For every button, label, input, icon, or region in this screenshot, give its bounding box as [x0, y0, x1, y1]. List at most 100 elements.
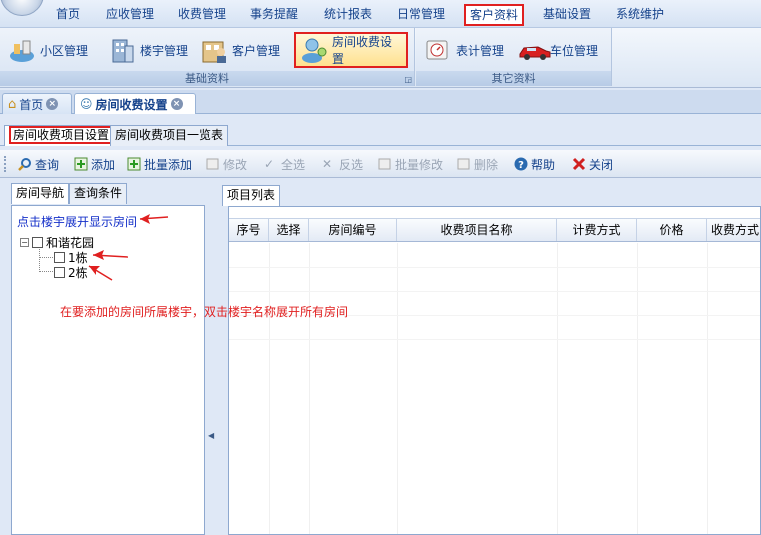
meter-management-button[interactable]: 表计管理 [420, 32, 508, 68]
tab-room-fee-item-list[interactable]: 房间收费项目一览表 [110, 125, 229, 146]
invert-icon: ✕ [322, 157, 333, 171]
instruction-annotation: 在要添加的房间所属楼宇，双击楼宇名称展开所有房间 [60, 305, 349, 319]
add-icon [74, 157, 88, 171]
app-orb-button[interactable] [0, 0, 44, 16]
menu-bar: 首页 应收管理 收费管理 事务提醒 统计报表 日常管理 客户资料 基础设置 系统… [0, 0, 761, 28]
parking-management-button[interactable]: 车位管理 [514, 32, 602, 68]
check-icon: ✓ [264, 157, 275, 171]
menu-item-reports[interactable]: 统计报表 [320, 6, 376, 24]
column-header-billing-method[interactable]: 计费方式 [557, 219, 637, 241]
tree-node-building-2[interactable]: 2栋 [54, 264, 88, 281]
grid-line [229, 267, 760, 268]
grid-line [309, 243, 310, 534]
inner-tab-strip: 房间收费项目设置 房间收费项目一览表 [0, 122, 761, 146]
close-icon [572, 157, 586, 171]
column-header-fee-item-name[interactable]: 收费项目名称 [397, 219, 557, 241]
column-header-price[interactable]: 价格 [637, 219, 707, 241]
batch-edit-icon [378, 157, 392, 171]
doc-tab-home-label: 首页 [19, 97, 44, 112]
column-header-room-number[interactable]: 房间编号 [309, 219, 397, 241]
edit-icon [206, 157, 220, 171]
tree-node-checkbox[interactable] [32, 237, 43, 248]
doc-tab-room-fee-label: 房间收费设置 [95, 97, 168, 112]
tree-node-checkbox[interactable] [54, 267, 65, 278]
grid-line [557, 243, 558, 534]
batch-add-icon [127, 157, 141, 171]
batch-add-button[interactable]: 批量添加 [127, 155, 192, 173]
project-grid: 序号 选择 房间编号 收费项目名称 计费方式 价格 收费方式 [228, 206, 761, 535]
hint-arrow [139, 214, 169, 224]
panel-splitter[interactable]: ◀ [207, 181, 215, 535]
building-icon [108, 36, 136, 64]
menu-item-system[interactable]: 系统维护 [612, 6, 668, 24]
room-fee-settings-button[interactable]: 房间收费设置 [294, 32, 408, 68]
person-settings-icon [300, 36, 328, 64]
column-header-index[interactable]: 序号 [229, 219, 269, 241]
delete-icon [457, 157, 471, 171]
group-dialog-launcher-icon[interactable]: ◲ [404, 75, 412, 84]
doc-tab-room-fee-settings[interactable]: ☺ 房间收费设置 × [74, 93, 196, 114]
menu-item-home[interactable]: 首页 [52, 6, 84, 24]
doc-tab-home[interactable]: ⌂ 首页 × [2, 93, 72, 114]
select-all-button[interactable]: ✓ 全选 [264, 155, 305, 173]
ribbon-group-basic: 小区管理 楼宇管理 客户管理 房间收费设置 基础资料 ◲ [0, 28, 415, 86]
delete-button-label: 删除 [474, 157, 499, 172]
search-icon [18, 157, 32, 171]
community-management-button[interactable]: 小区管理 [4, 32, 92, 68]
meter-icon [424, 36, 452, 64]
edit-button[interactable]: 修改 [206, 155, 247, 173]
ribbon: 小区管理 楼宇管理 客户管理 房间收费设置 基础资料 ◲ 表计管理 车位管理 其… [0, 28, 761, 88]
edit-button-label: 修改 [223, 157, 248, 172]
collapse-icon[interactable]: − [20, 238, 29, 247]
column-header-select[interactable]: 选择 [269, 219, 309, 241]
menu-item-billing[interactable]: 收费管理 [174, 6, 230, 24]
toolbar-grip[interactable] [4, 156, 6, 172]
close-button-label: 关闭 [589, 157, 614, 172]
help-button[interactable]: ? 帮助 [514, 155, 555, 173]
customer-management-button[interactable]: 客户管理 [196, 32, 284, 68]
project-list-panel: 项目列表 序号 选择 房间编号 收费项目名称 计费方式 价格 收费方式 [220, 181, 761, 535]
tree-node-checkbox[interactable] [54, 252, 65, 263]
building-management-label: 楼宇管理 [140, 43, 189, 58]
menu-item-reminders[interactable]: 事务提醒 [246, 6, 302, 24]
close-tab-room-fee-icon[interactable]: × [170, 98, 183, 110]
search-button-label: 查询 [35, 157, 60, 172]
tree-connector [39, 257, 53, 258]
search-button[interactable]: 查询 [18, 155, 59, 173]
batch-edit-button[interactable]: 批量修改 [378, 155, 443, 173]
collapse-left-icon[interactable]: ◀ [208, 431, 214, 440]
add-button[interactable]: 添加 [74, 155, 115, 173]
select-all-button-label: 全选 [281, 157, 306, 172]
tab-room-fee-item-settings[interactable]: 房间收费项目设置 [4, 125, 119, 146]
room-fee-settings-label: 房间收费设置 [332, 35, 393, 66]
grid-header: 序号 选择 房间编号 收费项目名称 计费方式 价格 收费方式 [229, 218, 760, 242]
batch-add-button-label: 批量添加 [144, 157, 193, 172]
building-management-button[interactable]: 楼宇管理 [104, 32, 192, 68]
grid-line [397, 243, 398, 534]
close-button[interactable]: 关闭 [572, 155, 613, 173]
parking-management-label: 车位管理 [550, 43, 599, 58]
tree-connector [39, 271, 53, 272]
ribbon-group-other-title: 其它资料 [416, 71, 611, 86]
menu-item-daily[interactable]: 日常管理 [393, 6, 449, 24]
invert-select-button-label: 反选 [339, 157, 364, 172]
close-tab-home-icon[interactable]: × [46, 98, 59, 110]
customer-management-label: 客户管理 [232, 43, 281, 58]
svg-text:?: ? [518, 160, 524, 171]
delete-button[interactable]: 删除 [457, 155, 498, 173]
menu-item-customer-data[interactable]: 客户资料 [464, 4, 525, 26]
grid-line [707, 243, 708, 534]
grid-line [229, 291, 760, 292]
toolbar: 查询 添加 批量添加 修改 ✓ 全选 ✕ 反选 批量修改 删除 ? 帮助 关闭 [0, 150, 761, 178]
home-icon: ⌂ [8, 96, 17, 112]
customer-icon [200, 36, 228, 64]
menu-item-receivables[interactable]: 应收管理 [102, 6, 158, 24]
menu-item-basic-settings[interactable]: 基础设置 [539, 6, 595, 24]
invert-select-button[interactable]: ✕ 反选 [322, 155, 363, 173]
column-header-fee-method[interactable]: 收费方式 [707, 219, 760, 241]
tab-project-list[interactable]: 项目列表 [222, 185, 281, 206]
grid-line [269, 243, 270, 534]
tab-room-navigation[interactable]: 房间导航 [11, 183, 70, 204]
tab-query-conditions[interactable]: 查询条件 [69, 183, 128, 204]
help-button-label: 帮助 [531, 157, 556, 172]
